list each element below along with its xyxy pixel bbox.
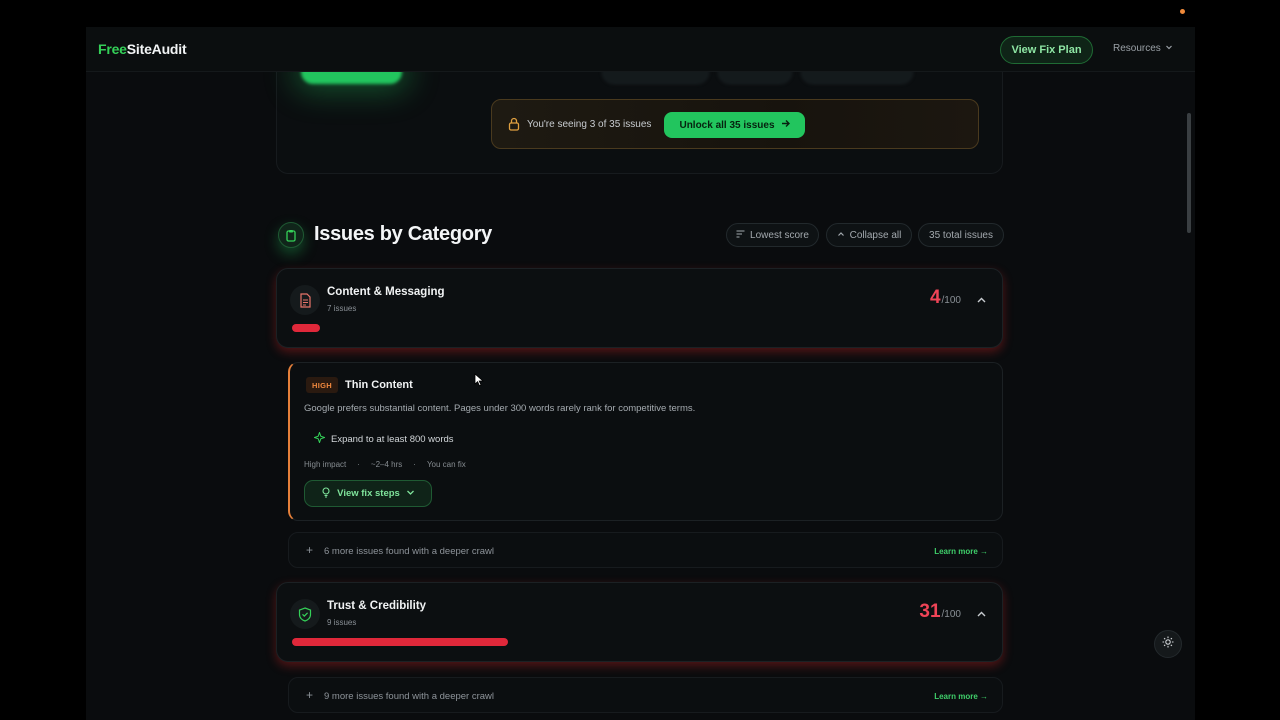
issue-card: HIGH Thin Content Google prefers substan… [288, 362, 1003, 521]
category-score: 4/100 [930, 287, 961, 309]
lightbulb-icon [321, 486, 331, 501]
logo-text-free: Free [98, 41, 127, 57]
issues-visible-text: You're seeing 3 of 35 issues [527, 119, 652, 130]
shield-check-icon [290, 599, 320, 629]
category-issue-count: 9 issues [327, 618, 357, 627]
score-value: 4 [929, 287, 941, 308]
logo-text-rest: SiteAudit [126, 41, 187, 57]
view-fix-plan-button[interactable]: View Fix Plan [1000, 36, 1093, 64]
unlock-all-button[interactable]: Unlock all 35 issues [664, 112, 805, 138]
total-issues-badge: 35 total issues [918, 223, 1004, 247]
view-fix-steps-button[interactable]: View fix steps [304, 480, 432, 507]
category-card-content[interactable]: Content & Messaging 7 issues 4/100 [276, 268, 1003, 348]
more-issues-text: 6 more issues found with a deeper crawl [324, 546, 495, 557]
category-issue-count: 7 issues [327, 304, 357, 313]
page-scrollbar[interactable] [1187, 113, 1191, 233]
time-estimate: ~2–4 hrs [370, 460, 403, 469]
chevron-up-icon[interactable] [976, 607, 987, 625]
collapse-all-label: Collapse all [849, 229, 902, 241]
top-navbar: FreeSiteAudit View Fix Plan Resources [86, 27, 1195, 72]
collapse-all-button[interactable]: Collapse all [826, 223, 912, 247]
document-icon [290, 285, 320, 315]
resources-menu[interactable]: Resources [1113, 43, 1173, 54]
notification-dot [1180, 9, 1185, 14]
more-issues-text: 9 more issues found with a deeper crawl [324, 691, 495, 702]
sort-icon [736, 229, 745, 241]
category-name: Content & Messaging [327, 286, 445, 298]
unlock-banner: You're seeing 3 of 35 issues Unlock all … [491, 99, 979, 149]
issue-title: Thin Content [345, 379, 413, 391]
learn-more-link[interactable]: Learn more → [934, 692, 988, 701]
unlock-all-label: Unlock all 35 issues [679, 119, 775, 131]
lock-icon [508, 117, 520, 136]
mouse-cursor [474, 373, 485, 392]
site-logo[interactable]: FreeSiteAudit [98, 41, 187, 57]
sort-lowest-score-button[interactable]: Lowest score [726, 223, 819, 247]
sun-icon [1162, 635, 1174, 653]
category-card-trust[interactable]: Trust & Credibility 9 issues 31/100 [276, 582, 1003, 662]
total-issues-label: 35 total issues [929, 229, 993, 241]
score-denominator: /100 [941, 295, 961, 306]
issue-meta: High impact · ~2–4 hrs · You can fix [304, 460, 466, 469]
recommended-action: Expand to at least 800 words [312, 430, 454, 446]
sort-label: Lowest score [750, 229, 809, 241]
score-denominator: /100 [941, 609, 961, 620]
chevron-down-icon [406, 488, 415, 500]
chevron-down-icon [1165, 43, 1173, 54]
plus-icon: + [306, 688, 314, 702]
resources-label: Resources [1113, 43, 1161, 54]
score-value: 31 [919, 601, 941, 622]
issue-description: Google prefers substantial content. Page… [304, 403, 696, 414]
severity-badge: HIGH [306, 377, 338, 393]
section-title: Issues by Category [314, 223, 493, 245]
sparkle-icon [312, 430, 327, 446]
fixer-text: You can fix [426, 460, 466, 469]
action-text: Expand to at least 800 words [331, 433, 454, 445]
meta-separator: · [357, 460, 360, 469]
category-score-bar [292, 638, 508, 646]
fix-steps-label: View fix steps [337, 488, 400, 499]
chevron-up-icon [837, 230, 845, 241]
learn-more-link[interactable]: Learn more → [934, 547, 988, 556]
more-issues-row: + 9 more issues found with a deeper craw… [288, 677, 1003, 713]
browser-viewport: You're seeing 3 of 35 issues Unlock all … [86, 27, 1195, 720]
theme-toggle-button[interactable] [1154, 630, 1182, 658]
meta-separator: · [413, 460, 416, 469]
chevron-up-icon[interactable] [976, 293, 987, 311]
category-score-bar [292, 324, 320, 332]
clipboard-icon [278, 222, 304, 248]
category-score: 31/100 [919, 601, 961, 623]
arrow-right-icon [781, 119, 790, 131]
more-issues-row: + 6 more issues found with a deeper craw… [288, 532, 1003, 568]
category-name: Trust & Credibility [327, 600, 427, 612]
impact-text: High impact [304, 460, 347, 469]
plus-icon: + [306, 543, 314, 557]
